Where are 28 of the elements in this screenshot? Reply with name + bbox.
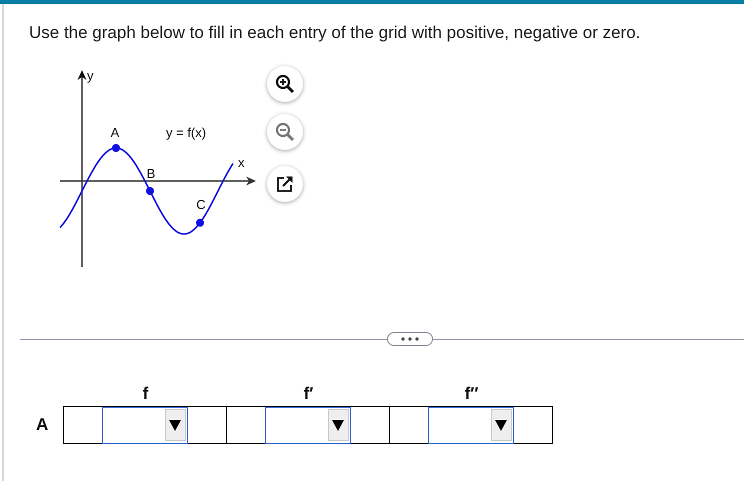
- point-marker: [112, 144, 120, 152]
- point-marker: [196, 218, 204, 227]
- zoom-in-button[interactable]: [267, 66, 303, 102]
- dropdown-arrow-icon: [168, 418, 182, 432]
- zoom-out-icon: [275, 122, 295, 142]
- column-header: f: [142, 384, 148, 405]
- zoom-in-icon: [275, 74, 295, 94]
- dropdown-arrow-icon: [494, 418, 508, 432]
- ellipsis-icon: [399, 336, 421, 342]
- point-label: A: [110, 125, 120, 140]
- column-header: f′: [304, 384, 314, 405]
- point-label: B: [146, 166, 156, 181]
- answer-dropdown[interactable]: [102, 406, 188, 444]
- point-marker: [146, 187, 154, 195]
- column-header: f′′: [464, 384, 478, 405]
- function-label: y = f(x): [166, 125, 206, 140]
- axis-label: x: [238, 155, 244, 170]
- answer-dropdown[interactable]: [264, 406, 351, 444]
- answer-dropdown[interactable]: [428, 406, 514, 444]
- point-label: C: [196, 197, 206, 212]
- external-link-icon: [276, 175, 294, 193]
- zoom-out-button[interactable]: [267, 114, 303, 150]
- row-label: A: [36, 415, 48, 435]
- more-button[interactable]: [387, 332, 433, 346]
- open-external-button[interactable]: [267, 166, 303, 202]
- dropdown-arrow-icon: [331, 418, 346, 432]
- question-text: Use the graph below to fill in each entry of the grid with positive, negative or zero.: [28, 22, 642, 43]
- axis-label: y: [87, 68, 94, 83]
